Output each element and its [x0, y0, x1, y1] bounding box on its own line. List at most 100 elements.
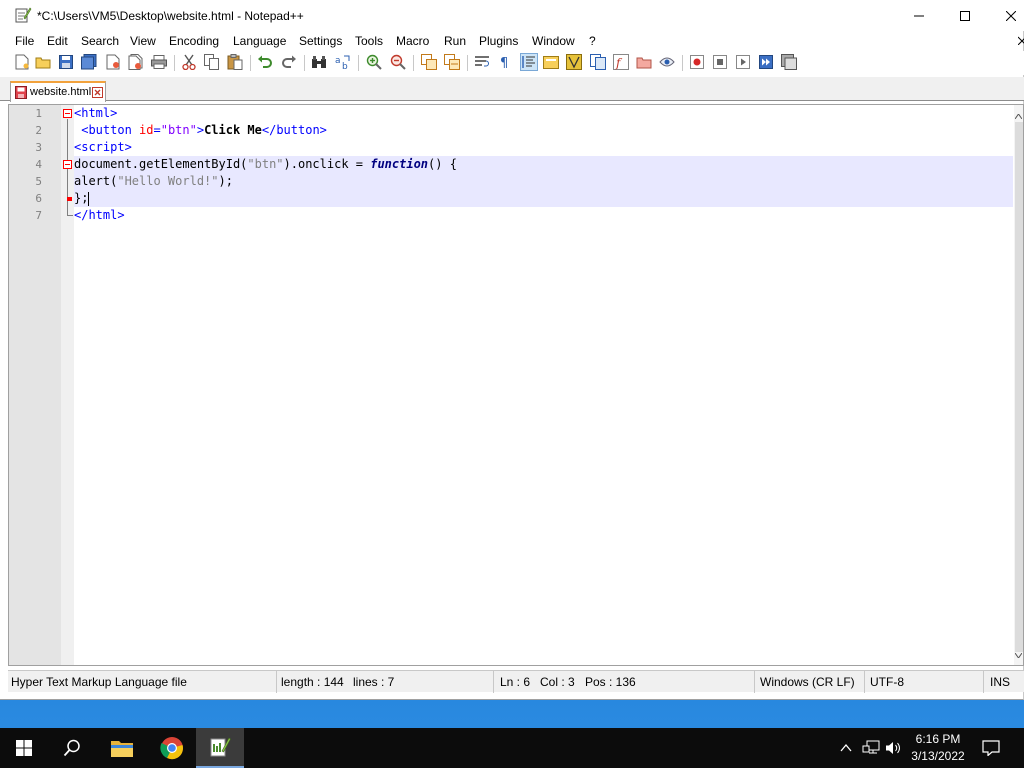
copy-icon[interactable]: [203, 53, 221, 71]
undo-icon[interactable]: [256, 53, 274, 71]
menu-macro[interactable]: Macro: [396, 34, 429, 48]
menu-edit[interactable]: Edit: [47, 34, 68, 48]
token: document.getElementById(: [74, 157, 248, 171]
vertical-scrollbar[interactable]: [1014, 105, 1023, 665]
search-icon[interactable]: [48, 728, 96, 768]
toolbar-separator: [174, 55, 175, 71]
open-file-icon[interactable]: [34, 53, 52, 71]
menu-settings[interactable]: Settings: [299, 34, 342, 48]
title-bar[interactable]: *C:\Users\VM5\Desktop\website.html - Not…: [0, 0, 1024, 31]
start-button[interactable]: [0, 728, 48, 768]
network-icon[interactable]: [861, 738, 881, 758]
chrome-icon[interactable]: [148, 728, 196, 768]
status-encoding[interactable]: UTF-8: [864, 671, 904, 693]
save-all-icon[interactable]: [80, 53, 98, 71]
menu-bar: File Edit Search View Encoding Language …: [0, 31, 1024, 51]
menu-search[interactable]: Search: [81, 34, 119, 48]
minimize-button[interactable]: [896, 0, 942, 31]
macro-run-multiple-icon[interactable]: [757, 53, 775, 71]
line-number: 6: [35, 192, 42, 205]
scroll-up-icon[interactable]: [1014, 108, 1023, 122]
cut-icon[interactable]: [180, 53, 198, 71]
windows-logo-icon: [16, 740, 32, 756]
new-file-icon[interactable]: [13, 53, 31, 71]
sync-horizontal-scroll-icon[interactable]: [443, 53, 461, 71]
document-list-icon[interactable]: [589, 53, 607, 71]
zoom-out-icon[interactable]: [389, 53, 407, 71]
macro-save-icon[interactable]: [780, 53, 798, 71]
scrollbar-thumb[interactable]: [1015, 122, 1023, 652]
replace-icon[interactable]: ab: [334, 53, 352, 71]
status-insert-mode[interactable]: INS: [983, 671, 1010, 693]
text-caret: [88, 191, 90, 206]
taskbar: 6:16 PM 3/13/2022: [0, 728, 1024, 768]
tab-website-html[interactable]: website.html: [10, 81, 106, 102]
save-icon[interactable]: [57, 53, 75, 71]
menu-plugins[interactable]: Plugins: [479, 34, 518, 48]
scroll-down-icon[interactable]: [1014, 647, 1023, 661]
token: "btn": [247, 157, 284, 171]
menu-help[interactable]: ?: [589, 34, 596, 48]
token: <script>: [74, 140, 132, 154]
volume-icon[interactable]: [884, 738, 904, 758]
file-explorer-icon[interactable]: [98, 728, 146, 768]
user-defined-language-icon[interactable]: [542, 53, 560, 71]
menu-tools[interactable]: Tools: [355, 34, 383, 48]
fold-end-html: [67, 215, 73, 216]
token: </html>: [74, 208, 125, 222]
status-length: length : 144: [276, 671, 344, 693]
status-eol[interactable]: Windows (CR LF): [754, 671, 855, 693]
document-map-icon[interactable]: [565, 53, 583, 71]
code-line-2: <button id="btn">Click Me</button>: [74, 122, 1013, 139]
close-file-icon[interactable]: [104, 53, 122, 71]
macro-stop-icon[interactable]: [711, 53, 729, 71]
menu-run[interactable]: Run: [444, 34, 466, 48]
print-icon[interactable]: [150, 53, 168, 71]
token: <html>: [74, 106, 118, 120]
indent-guide-icon[interactable]: [520, 53, 538, 71]
menu-window[interactable]: Window: [532, 34, 575, 48]
code-editor[interactable]: 1 2 3 4 5 6 7 <html> <button id="btn">Cl…: [8, 104, 1024, 666]
token: <button: [81, 123, 140, 137]
zoom-in-icon[interactable]: [365, 53, 383, 71]
fold-toggle-function[interactable]: [63, 160, 72, 169]
fold-toggle-html[interactable]: [63, 109, 72, 118]
show-all-characters-icon[interactable]: ¶: [496, 53, 514, 71]
notifications-icon[interactable]: [981, 738, 1001, 758]
folder-as-workspace-icon[interactable]: [635, 53, 653, 71]
menu-language[interactable]: Language: [233, 34, 286, 48]
window-title: *C:\Users\VM5\Desktop\website.html - Not…: [37, 9, 304, 23]
maximize-button[interactable]: [942, 0, 988, 31]
code-line-5: alert("Hello World!");: [74, 173, 1013, 190]
status-file-type: Hyper Text Markup Language file: [11, 675, 187, 689]
menu-close-doc-icon[interactable]: [1017, 34, 1024, 48]
line-number: 5: [35, 175, 42, 188]
notepadpp-taskbar-icon[interactable]: [196, 728, 244, 768]
svg-text:a: a: [335, 56, 341, 66]
word-wrap-icon[interactable]: [473, 53, 491, 71]
macro-record-icon[interactable]: [688, 53, 706, 71]
function-list-icon[interactable]: f: [612, 53, 630, 71]
redo-icon[interactable]: [280, 53, 298, 71]
tab-close-icon[interactable]: [92, 87, 103, 98]
code-line-4: document.getElementById("btn").onclick =…: [74, 156, 1013, 173]
code-line-6: };: [74, 190, 1013, 207]
close-button[interactable]: [988, 0, 1024, 31]
sync-vertical-scroll-icon[interactable]: [420, 53, 438, 71]
toolbar-separator: [358, 55, 359, 71]
system-clock[interactable]: 6:16 PM 3/13/2022: [906, 731, 970, 765]
menu-file[interactable]: File: [15, 34, 34, 48]
find-icon[interactable]: [310, 53, 328, 71]
chevron-up-icon[interactable]: [836, 738, 856, 758]
line-number: 3: [35, 141, 42, 154]
monitoring-eye-icon[interactable]: [658, 53, 676, 71]
close-all-icon[interactable]: [127, 53, 145, 71]
line-number: 2: [35, 124, 42, 137]
menu-encoding[interactable]: Encoding: [169, 34, 219, 48]
toolbar-separator: [413, 55, 414, 71]
line-number: 1: [35, 107, 42, 120]
token: alert(: [74, 174, 118, 188]
menu-view[interactable]: View: [130, 34, 156, 48]
macro-play-icon[interactable]: [734, 53, 752, 71]
paste-icon[interactable]: [226, 53, 244, 71]
